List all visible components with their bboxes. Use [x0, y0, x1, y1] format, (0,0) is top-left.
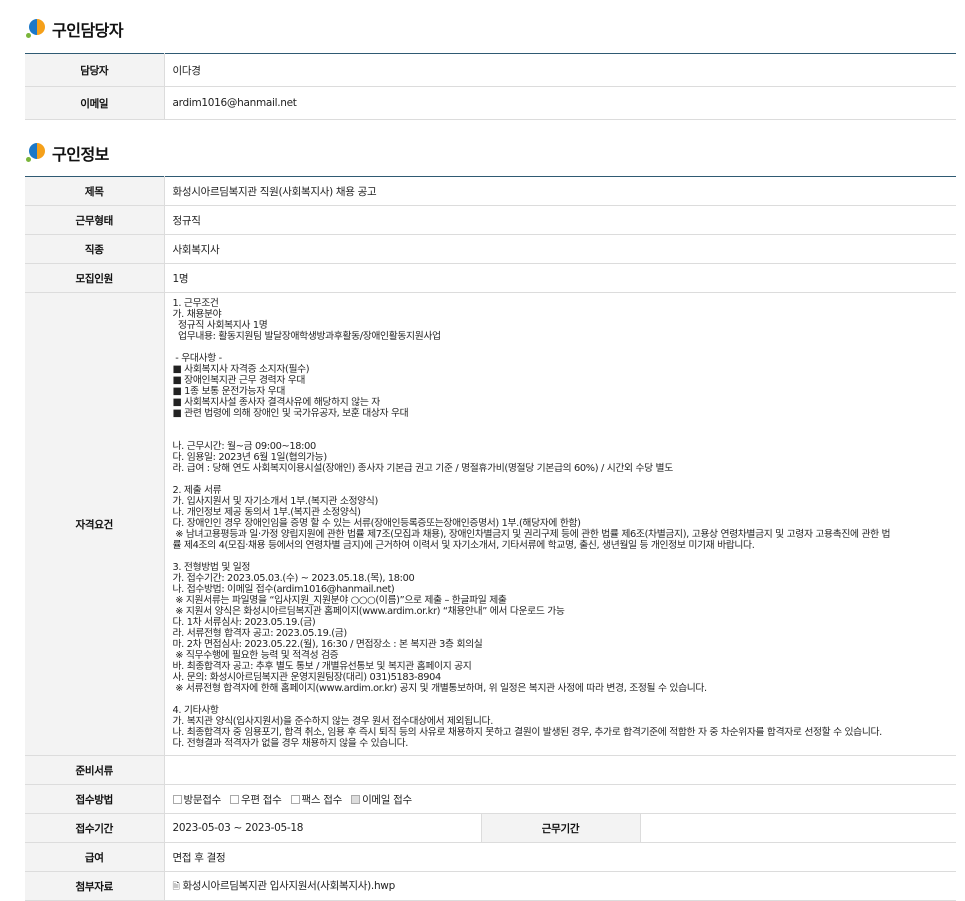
recruiter-table: 담당자 이다경 이메일 ardim1016@hanmail.net [25, 53, 956, 120]
section-bullet-icon [26, 19, 46, 39]
qualification-line: 라. 급여 : 당해 연도 사회복지이용시설(장애인) 종사자 기본급 권고 기… [172, 463, 674, 474]
table-row: 접수기간 2023-05-03 ~ 2023-05-18 근무기간 [25, 813, 956, 843]
qualification-line: ■ 관련 법령에 의해 장애인 및 국가유공자, 보훈 대상자 우대 [172, 408, 409, 419]
qualification-line: ※ 직무수행에 필요한 능력 및 적격성 검증 [172, 650, 339, 661]
qualification-line: 나. 최종합격자 중 임용포기, 합격 취소, 임용 후 즉시 퇴직 등의 사유… [172, 727, 883, 738]
salary: 면접 후 결정 [164, 842, 956, 872]
row-label: 이메일 [25, 86, 165, 120]
table-row: 모집인원 1명 [25, 263, 956, 293]
job-section-header: 구인정보 [26, 141, 109, 165]
row-label: 급여 [25, 842, 165, 872]
qualification-line: ※ 남녀고용평등과 일·가정 양립지원에 관한 법률 제7조(모집과 채용), … [172, 529, 891, 540]
attachment-link[interactable]: 화성시아르딤복지관 입사지원서(사회복지사).hwp [182, 880, 395, 892]
qualification-line: 2. 제출 서류 [172, 485, 222, 496]
qualification-line: 마. 2차 면접심사: 2023.05.22.(월), 16:30 / 면접장소… [172, 639, 483, 650]
qualification-line: 사. 문의: 화성시아르딤복지관 운영지원팀장(대리) 031)5183-890… [172, 672, 442, 683]
row-label: 자격요건 [25, 292, 165, 756]
row-label: 모집인원 [25, 263, 165, 293]
qualification-details: 1. 근무조건 가. 채용분야 정규직 사회복지사 1명 업무내용: 활동지원팀 … [164, 292, 956, 756]
row-label: 준비서류 [25, 755, 165, 785]
qualification-line: ※ 지원서 양식은 화성시아르딤복지관 홈페이지(www.ardim.or.kr… [172, 606, 565, 617]
qualification-line: 3. 전형방법 및 일정 [172, 562, 251, 573]
recruiter-name: 이다경 [164, 53, 956, 87]
qualification-line: 나. 개인정보 제공 동의서 1부.(복지관 소정양식) [172, 507, 361, 518]
qualification-line: 률 제4조의 4(모집·채용 등에서의 연령차별 금지)에 근거하여 이력서 및… [172, 540, 755, 551]
table-row: 이메일 ardim1016@hanmail.net [25, 86, 956, 120]
qualification-line: 가. 복지관 양식(입사지원서)을 준수하지 않는 경우 원서 접수대상에서 제… [172, 716, 494, 727]
qualification-line [173, 474, 949, 485]
table-row: 제목 화성시아르딤복지관 직원(사회복지사) 채용 공고 [25, 176, 956, 206]
page: 구인담당자 담당자 이다경 이메일 ardim1016@hanmail.net … [0, 0, 965, 901]
qualification-line: 다. 장애인인 경우 장애인임을 증명 할 수 있는 서류(장애인등록증또는장애… [172, 518, 581, 529]
qualification-line: 업무내용: 활동지원팀 발달장애학생방과후활동/장애인활동지원사업 [172, 331, 441, 342]
qualification-line: 가. 입사지원서 및 자기소개서 1부.(복지관 소정양식) [172, 496, 379, 507]
qualification-line: ■ 사회복지사 자격증 소지자(필수) [172, 364, 310, 375]
job-category: 사회복지사 [164, 234, 956, 264]
qualification-line: 다. 1차 서류심사: 2023.05.19.(금) [172, 617, 316, 628]
row-label: 담당자 [25, 53, 165, 87]
table-row: 첨부자료 🗎 화성시아르딤복지관 입사지원서(사회복지사).hwp [25, 871, 956, 901]
qualification-line: 다. 전형결과 적격자가 없을 경우 채용하지 않을 수 있습니다. [172, 738, 409, 749]
checkbox-icon [172, 794, 182, 804]
section-title: 구인담당자 [52, 21, 124, 40]
qualification-line: 4. 기타사항 [172, 705, 219, 716]
qualification-line: 라. 서류전형 합격자 공고: 2023.05.19.(금) [172, 628, 348, 639]
qualification-line [173, 419, 949, 430]
table-row: 자격요건 1. 근무조건 가. 채용분야 정규직 사회복지사 1명 업무내용: 활… [25, 292, 956, 756]
table-row: 근무형태 정규직 [25, 205, 956, 235]
qualification-line: ■ 사회복지사설 종사자 결격사유에 해당하지 않는 자 [172, 397, 381, 408]
checkbox-icon [351, 794, 361, 804]
row-label: 접수기간 [25, 813, 165, 843]
qualification-line: 정규직 사회복지사 1명 [172, 320, 268, 331]
table-row: 준비서류 [25, 755, 956, 785]
row-label: 접수방법 [25, 784, 165, 814]
required-documents [164, 755, 956, 785]
table-row: 접수방법 방문접수 우편 접수 팩스 접수 이메일 접수 [25, 784, 956, 814]
job-info-table: 제목 화성시아르딤복지관 직원(사회복지사) 채용 공고 근무형태 정규직 직종… [25, 176, 956, 901]
qualification-line: 1. 근무조건 [172, 298, 219, 309]
qualification-line: 나. 접수방법: 이메일 접수(ardim1016@hanmail.net) [172, 584, 395, 595]
qualification-line [173, 430, 949, 441]
qualification-line: 다. 임용일: 2023년 6월 1일(협의가능) [172, 452, 328, 463]
checkbox-icon [230, 794, 239, 804]
qualification-line: 나. 근무시간: 월~금 09:00~18:00 [172, 441, 317, 452]
application-methods: 방문접수 우편 접수 팩스 접수 이메일 접수 [164, 784, 956, 814]
employment-type: 정규직 [164, 205, 956, 235]
qualification-line: ※ 지원서류는 파일명을 “입사지원_지원분야 ○○○(이름)”으로 제출 – … [172, 595, 507, 606]
qualification-line [173, 551, 949, 562]
qualification-line [173, 694, 949, 705]
job-title: 화성시아르딤복지관 직원(사회복지사) 채용 공고 [164, 176, 956, 206]
row-label: 직종 [25, 234, 165, 264]
application-period: 2023-05-03 ~ 2023-05-18 [164, 813, 481, 843]
qualification-line: 바. 최종합격자 공고: 추후 별도 통보 / 개별유선통보 및 복지관 홈페이… [172, 661, 472, 672]
qualification-line: 가. 채용분야 [172, 309, 222, 320]
section-title: 구인정보 [52, 145, 109, 164]
qualification-line: ※ 서류전형 합격자에 한해 홈페이지(www.ardim.or.kr) 공지 … [172, 683, 707, 694]
attachment-icon: 🗎 [172, 881, 180, 892]
qualification-line: ■ 장애인복지관 근무 경력자 우대 [172, 375, 306, 386]
row-label: 제목 [25, 176, 165, 206]
headcount: 1명 [164, 263, 956, 293]
qualification-line [173, 342, 949, 353]
row-label: 첨부자료 [25, 871, 165, 901]
method-mail: 우편 접수 [230, 792, 282, 807]
qualification-line: 가. 접수기간: 2023.05.03.(수) ~ 2023.05.18.(목)… [172, 573, 415, 584]
recruiter-email: ardim1016@hanmail.net [164, 86, 956, 120]
section-bullet-icon [26, 143, 46, 163]
attachment-cell: 🗎 화성시아르딤복지관 입사지원서(사회복지사).hwp [164, 871, 956, 901]
row-label: 근무형태 [25, 205, 165, 235]
table-row: 직종 사회복지사 [25, 234, 956, 264]
qualification-line: ■ 1종 보통 운전가능자 우대 [172, 386, 286, 397]
method-visit: 방문접수 [172, 792, 221, 807]
table-row: 급여 면접 후 결정 [25, 842, 956, 872]
method-email: 이메일 접수 [351, 792, 412, 807]
recruiter-section-header: 구인담당자 [26, 17, 124, 41]
method-fax: 팩스 접수 [290, 792, 342, 807]
qualification-line: - 우대사항 - [172, 353, 222, 364]
work-period [640, 813, 956, 843]
table-row: 담당자 이다경 [25, 53, 956, 87]
checkbox-icon [290, 794, 300, 804]
row-label: 근무기간 [480, 813, 641, 843]
